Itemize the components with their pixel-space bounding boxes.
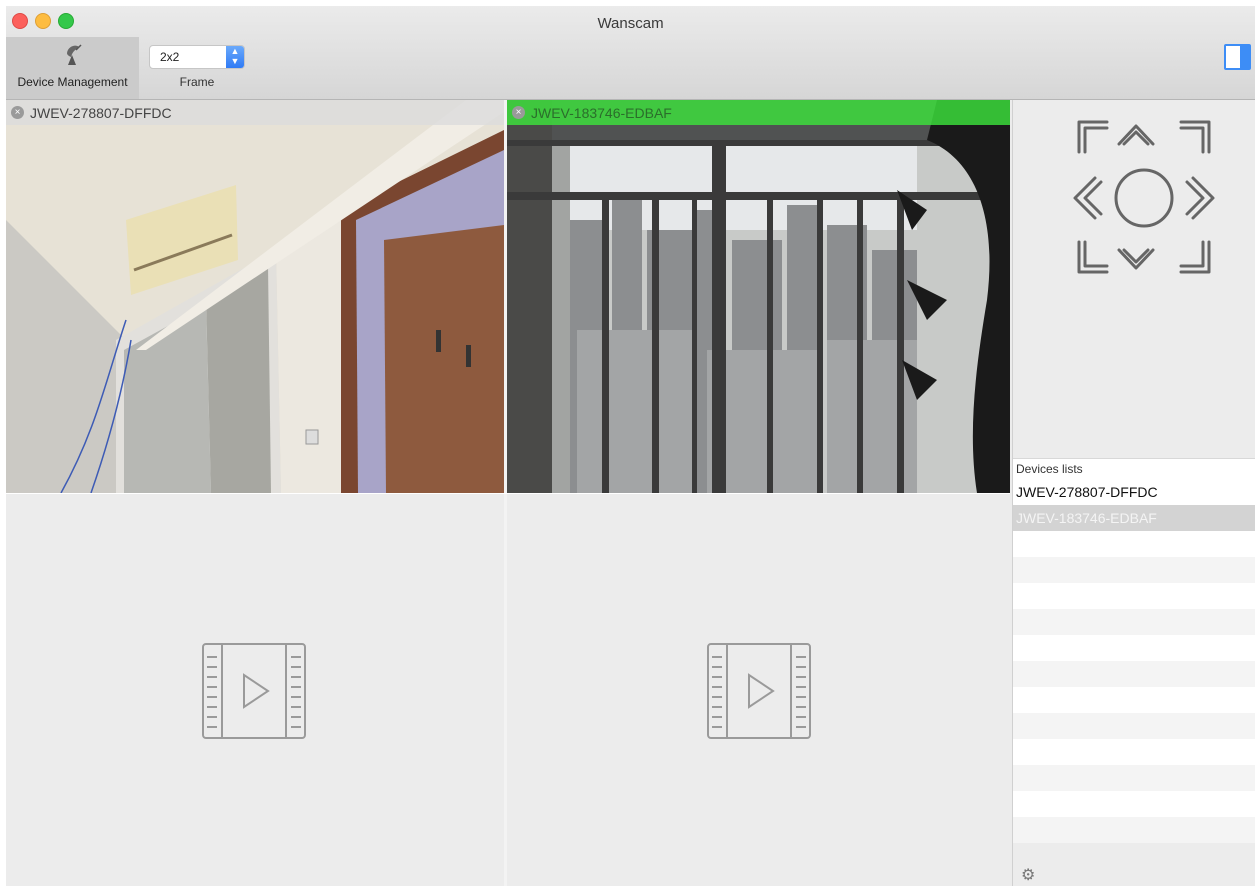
ptz-right-icon[interactable] bbox=[1185, 176, 1215, 220]
empty-list-row bbox=[1013, 765, 1255, 791]
sidebar-toggle-icon bbox=[1240, 46, 1249, 68]
ptz-up-right-icon[interactable] bbox=[1179, 120, 1211, 154]
film-play-icon bbox=[707, 643, 811, 739]
device-management-button[interactable]: Device Management bbox=[6, 37, 139, 99]
cell-header: × JWEV-183746-EDBAF bbox=[507, 100, 1010, 125]
ptz-center-icon[interactable] bbox=[1114, 168, 1174, 228]
app-window: Wanscam Device Management 2x2 ▲▼ Frame bbox=[6, 6, 1255, 886]
device-list-item-label: JWEV-183746-EDBAF bbox=[1016, 510, 1157, 526]
select-arrows-icon: ▲ ▼ bbox=[226, 46, 244, 68]
empty-list-row bbox=[1013, 635, 1255, 661]
ptz-left-icon[interactable] bbox=[1073, 176, 1103, 220]
device-list-item-label: JWEV-278807-DFFDC bbox=[1016, 484, 1158, 500]
toggle-sidebar-button[interactable] bbox=[1224, 44, 1251, 70]
close-icon[interactable]: × bbox=[11, 106, 24, 119]
empty-list-row bbox=[1013, 661, 1255, 687]
ptz-down-left-icon[interactable] bbox=[1077, 240, 1109, 274]
devices-list-header: Devices lists bbox=[1013, 458, 1255, 480]
film-play-icon bbox=[202, 643, 306, 739]
gear-icon[interactable]: ⚙ bbox=[1021, 865, 1035, 885]
frame-layout-value: 2x2 bbox=[160, 50, 180, 64]
empty-list-row bbox=[1013, 791, 1255, 817]
cell-device-name: JWEV-183746-EDBAF bbox=[531, 105, 672, 121]
empty-list-row bbox=[1013, 739, 1255, 765]
video-cell-3[interactable] bbox=[6, 494, 504, 886]
empty-list-row bbox=[1013, 609, 1255, 635]
ptz-down-icon[interactable] bbox=[1117, 248, 1155, 270]
camera-feed-balcony bbox=[507, 100, 1010, 493]
satellite-dish-icon bbox=[62, 43, 84, 72]
empty-list-row bbox=[1013, 687, 1255, 713]
video-cell-4[interactable] bbox=[507, 494, 1010, 886]
empty-list-row bbox=[1013, 817, 1255, 843]
ptz-up-icon[interactable] bbox=[1117, 124, 1155, 146]
video-cell-1[interactable]: × JWEV-278807-DFFDC bbox=[6, 100, 504, 493]
close-icon[interactable]: × bbox=[512, 106, 525, 119]
camera-feed-room bbox=[6, 100, 504, 493]
empty-list-row bbox=[1013, 583, 1255, 609]
ptz-down-right-icon[interactable] bbox=[1179, 240, 1211, 274]
frame-layout-select[interactable]: 2x2 ▲ ▼ bbox=[149, 45, 245, 69]
video-cell-2[interactable]: × JWEV-183746-EDBAF bbox=[507, 100, 1010, 493]
frame-label: Frame bbox=[179, 75, 215, 89]
devices-list-title: Devices lists bbox=[1016, 462, 1083, 476]
empty-list-row bbox=[1013, 713, 1255, 739]
empty-list-row bbox=[1013, 557, 1255, 583]
device-list-item-selected[interactable]: JWEV-183746-EDBAF bbox=[1013, 505, 1255, 531]
window-title: Wanscam bbox=[597, 15, 664, 32]
cell-header: × JWEV-278807-DFFDC bbox=[6, 100, 504, 125]
device-list-item[interactable]: JWEV-278807-DFFDC bbox=[1013, 479, 1255, 505]
ptz-control-pad bbox=[1013, 100, 1255, 455]
ptz-up-left-icon[interactable] bbox=[1077, 120, 1109, 154]
device-management-label: Device Management bbox=[17, 75, 128, 89]
empty-list-row bbox=[1013, 531, 1255, 557]
devices-list: JWEV-278807-DFFDC JWEV-183746-EDBAF bbox=[1013, 479, 1255, 864]
cell-divider-horizontal bbox=[6, 493, 1010, 494]
title-bar: Wanscam Device Management 2x2 ▲ ▼ Frame bbox=[6, 6, 1255, 100]
right-panel: Devices lists JWEV-278807-DFFDC JWEV-183… bbox=[1012, 100, 1255, 886]
cell-device-name: JWEV-278807-DFFDC bbox=[30, 105, 172, 121]
